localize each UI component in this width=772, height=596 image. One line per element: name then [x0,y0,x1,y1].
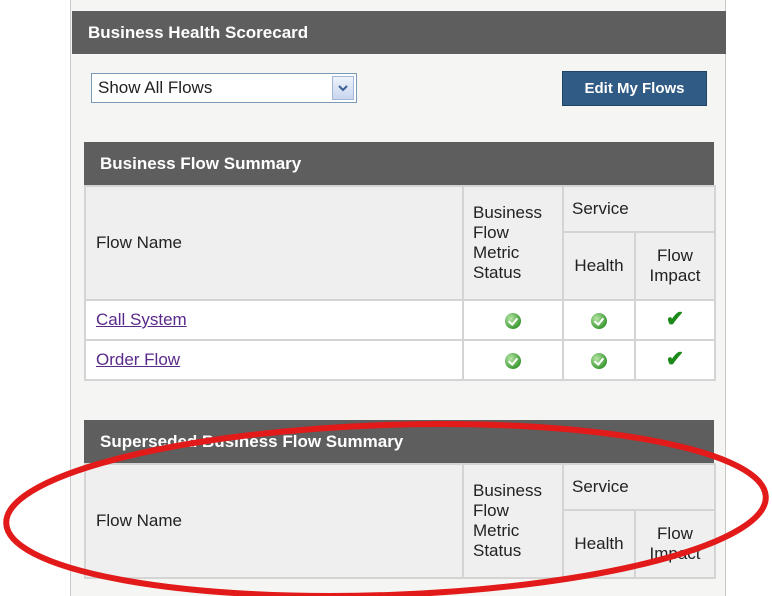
checkmark-icon: ✔ [665,346,685,371]
table-row: Order Flow ✔ [84,339,716,381]
col-impact-line2: Impact [649,544,701,563]
col-business-flow-metric-status: Business Flow Metric Status [462,463,564,579]
col-bfm-line2: Flow [473,501,509,520]
col-bfm-line4: Status [473,541,522,560]
col-bfm-line1: Business [473,481,542,500]
business-flow-table: Flow Name Business Flow Metric Status Se… [84,185,716,381]
col-bfm-line3: Metric [473,243,520,262]
flow-link-order-flow[interactable]: Order Flow [96,350,180,369]
checkmark-icon: ✔ [665,306,685,331]
chevron-down-icon[interactable] [332,76,354,100]
superseded-flow-summary-title: Superseded Business Flow Summary [84,420,714,463]
col-bfm-line4: Status [473,263,522,282]
col-impact-line1: Flow [657,246,693,265]
panel-title: Business Health Scorecard [72,11,726,54]
status-ok-icon [591,312,607,329]
col-bfm-line1: Business [473,203,542,222]
superseded-flow-table: Flow Name Business Flow Metric Status Se… [84,463,716,579]
status-ok-icon [505,312,521,329]
flow-filter-value: Show All Flows [98,78,213,97]
col-bfm-line3: Metric [473,521,520,540]
col-service: Service [562,185,716,233]
edit-my-flows-button[interactable]: Edit My Flows [562,71,707,106]
status-ok-icon [505,352,521,369]
col-flow-impact: Flow Impact [634,509,716,579]
business-flow-summary-title: Business Flow Summary [84,142,714,185]
flow-filter-select[interactable]: Show All Flows [91,73,357,103]
col-impact-line1: Flow [657,524,693,543]
col-service: Service [562,463,716,511]
flow-link-call-system[interactable]: Call System [96,310,187,329]
col-flow-name: Flow Name [84,463,464,579]
col-health: Health [562,231,636,301]
col-flow-impact: Flow Impact [634,231,716,301]
col-bfm-line2: Flow [473,223,509,242]
table-row: Call System ✔ [84,299,716,341]
col-business-flow-metric-status: Business Flow Metric Status [462,185,564,301]
col-health: Health [562,509,636,579]
col-flow-name: Flow Name [84,185,464,301]
col-impact-line2: Impact [649,266,701,285]
status-ok-icon [591,352,607,369]
